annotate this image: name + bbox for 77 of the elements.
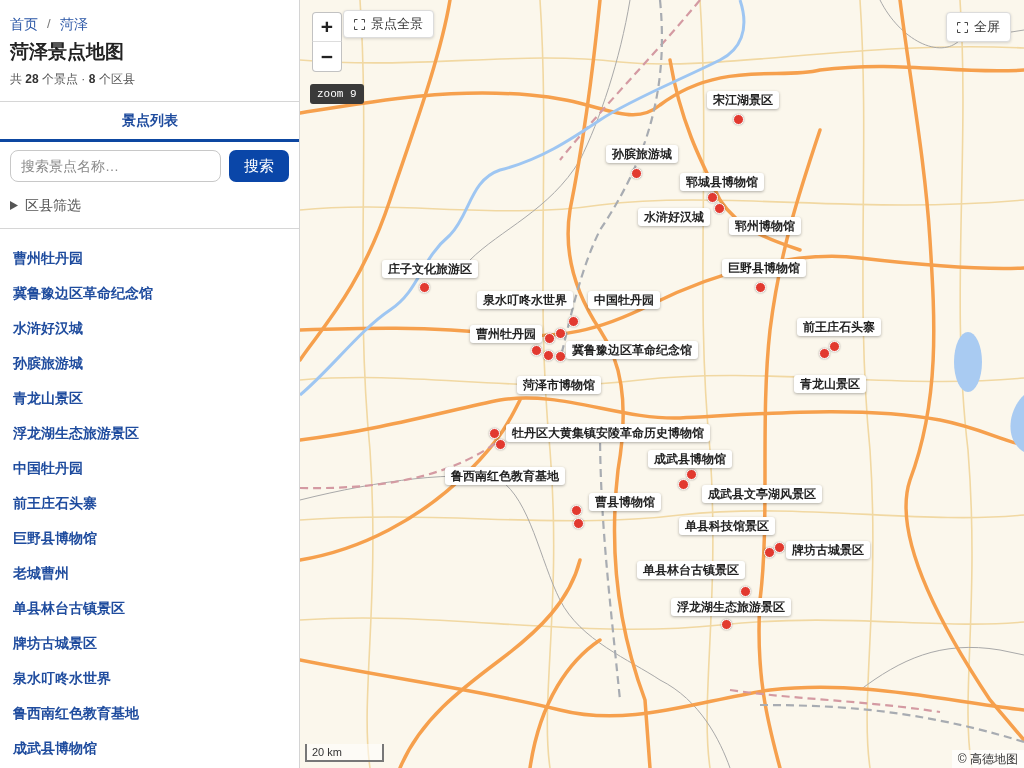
fullscreen-icon — [354, 18, 365, 30]
summary-text: 共 28 个景点 · 8 个区县 — [10, 71, 135, 88]
map-attribution: © 高德地图 — [951, 750, 1024, 768]
map-marker-icon[interactable] — [543, 332, 555, 344]
breadcrumb-link[interactable]: 首页 — [10, 14, 38, 34]
map-marker-icon[interactable] — [732, 113, 744, 125]
marker-label: 郓州博物馆 — [729, 217, 801, 235]
marker-label: 成武县文亭湖风景区 — [702, 485, 822, 503]
spot-link[interactable]: 冀鲁豫边区革命纪念馆 — [13, 284, 153, 303]
marker-label: 冀鲁豫边区革命纪念馆 — [566, 341, 698, 359]
marker-label: 单县科技馆景区 — [679, 517, 775, 535]
map-marker-icon[interactable] — [828, 340, 840, 352]
marker-label: 前王庄石头寨 — [797, 318, 881, 336]
marker-label: 单县林台古镇景区 — [637, 561, 745, 579]
marker-label: 郓城县博物馆 — [680, 173, 764, 191]
breadcrumb-link[interactable]: 菏泽 — [59, 14, 88, 34]
fullscreen-button[interactable]: 全屏 — [946, 12, 1011, 42]
marker-label: 浮龙湖生态旅游景区 — [671, 598, 791, 616]
marker-label: 青龙山景区 — [794, 375, 866, 393]
filter-toggle[interactable]: 区县筛选 — [10, 195, 81, 215]
search-button[interactable]: 搜索 — [229, 150, 289, 182]
spot-link[interactable]: 青龙山景区 — [13, 389, 83, 408]
map-marker-icon[interactable] — [418, 281, 430, 293]
map-marker-icon[interactable] — [567, 315, 579, 327]
spot-link[interactable]: 浮龙湖生态旅游景区 — [13, 424, 139, 443]
spot-link[interactable]: 水浒好汉城 — [13, 319, 83, 338]
marker-label: 巨野县博物馆 — [722, 259, 806, 277]
map-marker-icon[interactable] — [554, 327, 566, 339]
map-marker-icon[interactable] — [677, 478, 689, 490]
marker-label: 菏泽市博物馆 — [517, 376, 601, 394]
marker-label: 曹县博物馆 — [589, 493, 661, 511]
map-marker-icon[interactable] — [572, 517, 584, 529]
map-marker-icon[interactable] — [488, 427, 500, 439]
marker-label: 孙膑旅游城 — [606, 145, 678, 163]
marker-label: 水浒好汉城 — [638, 208, 710, 226]
marker-label: 曹州牡丹园 — [470, 325, 542, 343]
map-marker-icon[interactable] — [739, 585, 751, 597]
spot-link[interactable]: 中国牡丹园 — [13, 459, 83, 478]
marker-label: 成武县博物馆 — [648, 450, 732, 468]
spot-link[interactable]: 牌坊古城景区 — [13, 634, 97, 653]
map-marker-icon[interactable] — [570, 504, 582, 516]
map-marker-icon[interactable] — [818, 347, 830, 359]
map-marker-icon[interactable] — [773, 541, 785, 553]
overview-button[interactable]: 景点全景 — [343, 10, 434, 38]
spot-link[interactable]: 成武县博物馆 — [13, 739, 97, 758]
map-marker-icon[interactable] — [494, 438, 506, 450]
spot-link[interactable]: 鲁西南红色教育基地 — [13, 704, 139, 723]
search-field[interactable]: 搜索景点名称… — [10, 150, 221, 182]
map-marker-icon[interactable] — [542, 349, 554, 361]
spot-link[interactable]: 泉水叮咚水世界 — [13, 669, 111, 688]
zoom-in-button[interactable]: + — [312, 12, 342, 42]
marker-label: 牌坊古城景区 — [786, 541, 870, 559]
spot-link[interactable]: 老城曹州 — [13, 564, 69, 583]
map-marker-icon[interactable] — [763, 546, 775, 558]
spot-link[interactable]: 曹州牡丹园 — [13, 249, 83, 268]
zoom-level-badge: zoom 9 — [310, 84, 364, 104]
spot-link[interactable]: 单县林台古镇景区 — [13, 599, 125, 618]
spot-link[interactable]: 孙膑旅游城 — [13, 354, 83, 373]
map-marker-icon[interactable] — [554, 350, 566, 362]
map-marker-icon[interactable] — [713, 202, 725, 214]
map-marker-icon[interactable] — [754, 281, 766, 293]
marker-label: 中国牡丹园 — [588, 291, 660, 309]
marker-label: 牡丹区大黄集镇安陵革命历史博物馆 — [506, 424, 710, 442]
marker-label: 鲁西南红色教育基地 — [445, 467, 565, 485]
spot-link[interactable]: 前王庄石头寨 — [13, 494, 97, 513]
map-marker-icon[interactable] — [720, 618, 732, 630]
fullscreen-icon — [957, 21, 968, 33]
map-marker-icon[interactable] — [530, 344, 542, 356]
spot-link[interactable]: 巨野县博物馆 — [13, 529, 97, 548]
marker-label: 宋江湖景区 — [707, 91, 779, 109]
zoom-out-button[interactable]: − — [312, 42, 342, 72]
map-marker-icon[interactable] — [630, 167, 642, 179]
marker-label: 庄子文化旅游区 — [382, 260, 478, 278]
marker-label: 泉水叮咚水世界 — [477, 291, 573, 309]
scale-bar: 20 km — [305, 744, 384, 762]
breadcrumb-separator: / — [47, 15, 51, 33]
page-title: 菏泽景点地图 — [10, 40, 125, 64]
